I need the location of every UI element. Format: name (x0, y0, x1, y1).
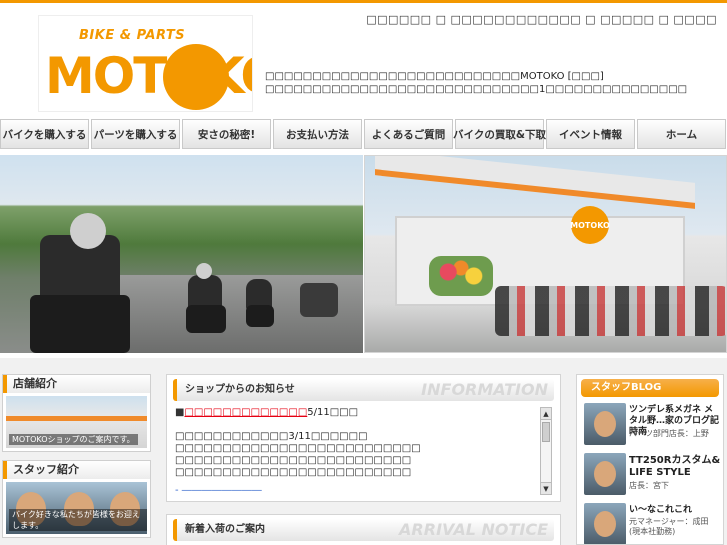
blog-item[interactable]: TT250Rカスタム& LIFE STYLE 店長：宮下 (581, 453, 721, 497)
left-sidebar: 店舗紹介 MOTOKOショップのご案内です。 スタッフ紹介 バイク好きな私たちが… (2, 374, 151, 545)
news-more-link[interactable]: - ―――――――― (175, 485, 535, 495)
nav-secret[interactable]: 安さの秘密! (182, 119, 271, 149)
nav-payment[interactable]: お支払い方法 (273, 119, 362, 149)
content-area: 店舗紹介 MOTOKOショップのご案内です。 スタッフ紹介 バイク好きな私たちが… (0, 358, 727, 545)
blog-item-title[interactable]: い～なこれこれ (629, 505, 721, 516)
scroll-thumb[interactable] (542, 422, 550, 442)
blog-item-title[interactable]: TT250Rカスタム& LIFE STYLE (629, 455, 721, 479)
news-panel: ショップからのお知らせ INFORMATION ■□□□□□□□□□□□□□5/… (166, 374, 561, 502)
nav-buy-bike[interactable]: バイクを購入する (0, 119, 89, 149)
blog-item[interactable]: ツンデレ系メガネ メタル野…家のブログ記時南 パーツ部門店長：上野 (581, 403, 719, 447)
blog-item-author: 元マネージャー：成田 (現本社勤務) (629, 517, 709, 536)
nav-buy-parts[interactable]: パーツを購入する (91, 119, 180, 149)
blog-author-photo (584, 453, 626, 495)
news-item-link[interactable]: □□□□□□□□□□□□□ (184, 407, 307, 418)
news-title-en: INFORMATION (421, 380, 548, 399)
nav-buyback[interactable]: バイクの買取&下取 (453, 119, 546, 149)
nav-events[interactable]: イベント情報 (546, 119, 635, 149)
logo-name: MOTOKO (45, 47, 252, 105)
shop-sign: MOTOKO (570, 206, 610, 244)
shop-intro-caption: MOTOKOショップのご案内です。 (9, 434, 138, 445)
header-description: □□□□□□□□□□□□□□□□□□□□□□□□□□□MOTOKO [□□□] … (265, 71, 688, 95)
staff-intro-box[interactable]: スタッフ紹介 バイク好きな私たちが皆様をお迎えします。 (2, 460, 151, 538)
hero-banner: MOTOKO (0, 155, 727, 353)
global-nav: バイクを購入する パーツを購入する 安さの秘密! お支払い方法 よくあるご質問 … (0, 119, 727, 149)
hero-riders-photo (0, 155, 363, 353)
news-body-line: □□□□□□□□□□□□3/11□□□□□□ (175, 431, 368, 442)
staff-blog-title: スタッフBLOG (581, 379, 719, 397)
news-title: ショップからのお知らせ (185, 384, 295, 395)
shop-intro-title: 店舗紹介 (3, 375, 150, 393)
news-scroll-area[interactable]: ■□□□□□□□□□□□□□5/11□□□ □□□□□□□□□□□□3/11□□… (175, 407, 554, 495)
scroll-down-arrow-icon[interactable]: ▼ (541, 482, 551, 494)
logo-tagline: BIKE & PARTS (79, 28, 186, 43)
nav-home[interactable]: ホーム (637, 119, 726, 149)
hero-shop-photo: MOTOKO (364, 155, 727, 353)
news-item-title: ■□□□□□□□□□□□□□5/11□□□ (175, 407, 359, 418)
arrival-title-en: ARRIVAL NOTICE (399, 520, 548, 539)
utility-links[interactable]: □□□□□□ □ □□□□□□□□□□□□ □ □□□□□ □ □□□□ (366, 13, 717, 26)
arrival-panel-header: 新着入荷のご案内 ARRIVAL NOTICE (173, 519, 554, 541)
motoko-logo[interactable]: BIKE & PARTS MOTOKO (38, 15, 253, 112)
shop-intro-image[interactable]: MOTOKOショップのご案内です。 (6, 396, 147, 448)
arrival-panel: 新着入荷のご案内 ARRIVAL NOTICE (166, 514, 561, 545)
blog-author-photo (584, 503, 626, 544)
news-panel-header: ショップからのお知らせ INFORMATION (173, 379, 554, 401)
news-scrollbar[interactable]: ▲ ▼ (540, 407, 552, 495)
news-body-line: □□□□□□□□□□□□□□□□□□□□□□□□□□ (175, 443, 421, 454)
news-body-line: □□□□□□□□□□□□□□□□□□□□□□□□□ (175, 455, 412, 466)
arrival-title: 新着入荷のご案内 (185, 524, 265, 535)
logo-wordmark: MOTOKO (45, 44, 252, 110)
blog-item-author: パーツ部門店長：上野 (629, 429, 709, 438)
main-column: ショップからのお知らせ INFORMATION ■□□□□□□□□□□□□□5/… (166, 374, 561, 545)
news-body-line: □□□□□□□□□□□□□□□□□□□□□□□□□ (175, 467, 412, 478)
site-header: BIKE & PARTS MOTOKO □□□□□□ □ □□□□□□□□□□□… (0, 3, 727, 115)
staff-intro-caption: バイク好きな私たちが皆様をお迎えします。 (9, 509, 147, 531)
shop-intro-box[interactable]: 店舗紹介 MOTOKOショップのご案内です。 (2, 374, 151, 452)
staff-intro-title: スタッフ紹介 (3, 461, 150, 479)
blog-item[interactable]: い～なこれこれ 元マネージャー：成田 (現本社勤務) (581, 503, 721, 544)
blog-item-author: 店長：宮下 (629, 481, 669, 490)
news-item-date: 5/11□□□ (307, 407, 359, 418)
nav-faq[interactable]: よくあるご質問 (364, 119, 453, 149)
blog-author-photo (584, 403, 626, 445)
staff-blog-sidebar: スタッフBLOG ツンデレ系メガネ メタル野…家のブログ記時南 パーツ部門店長：… (576, 374, 724, 545)
scroll-up-arrow-icon[interactable]: ▲ (541, 408, 551, 420)
staff-intro-image[interactable]: バイク好きな私たちが皆様をお迎えします。 (6, 482, 147, 534)
